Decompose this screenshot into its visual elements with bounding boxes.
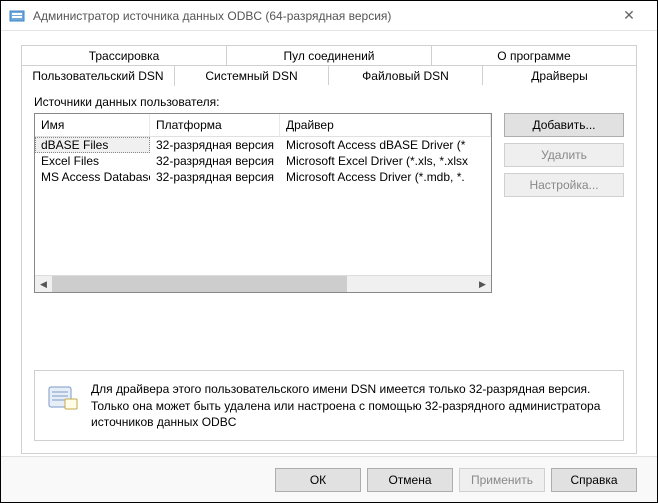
cell-driver: Microsoft Access Driver (*.mdb, *. [280,169,491,185]
apply-button[interactable]: Применить [459,468,545,492]
tab-panel: Источники данных пользователя: Имя Платф… [21,85,637,454]
content-area: Трассировка Пул соединений О программе П… [1,31,657,456]
remove-button[interactable]: Удалить [504,143,624,167]
listview-body: dBASE Files 32-разрядная версия Microsof… [35,137,491,275]
odbc-admin-window: Администратор источника данных ODBC (64-… [0,0,658,503]
datasource-icon [47,381,79,413]
ok-button[interactable]: ОК [275,468,361,492]
scroll-thumb[interactable] [52,276,347,292]
cell-name: MS Access Database [35,169,150,185]
cell-platform: 32-разрядная версия [150,137,280,153]
tab-drivers[interactable]: Драйверы [483,65,637,86]
cell-name: Excel Files [35,153,150,169]
add-button[interactable]: Добавить... [504,113,624,137]
table-row[interactable]: MS Access Database 32-разрядная версия M… [35,169,491,185]
tab-row-bottom: Пользовательский DSN Системный DSN Файло… [21,65,637,86]
tab-user-dsn[interactable]: Пользовательский DSN [21,65,175,86]
cell-name: dBASE Files [35,137,150,153]
dialog-footer: ОК Отмена Применить Справка [1,456,657,502]
configure-button[interactable]: Настройка... [504,173,624,197]
table-row[interactable]: Excel Files 32-разрядная версия Microsof… [35,153,491,169]
column-header-name[interactable]: Имя [35,114,150,136]
table-row[interactable]: dBASE Files 32-разрядная версия Microsof… [35,137,491,153]
cell-platform: 32-разрядная версия [150,169,280,185]
cell-driver: Microsoft Excel Driver (*.xls, *.xlsx [280,153,491,169]
titlebar: Администратор источника данных ODBC (64-… [1,1,657,31]
cell-driver: Microsoft Access dBASE Driver (* [280,137,491,153]
scroll-track[interactable] [52,276,474,292]
side-button-column: Добавить... Удалить Настройка... [504,113,624,352]
tab-system-dsn[interactable]: Системный DSN [175,65,329,86]
scroll-right-icon[interactable]: ▶ [474,276,491,293]
cell-platform: 32-разрядная версия [150,153,280,169]
section-label: Источники данных пользователя: [34,95,624,109]
main-row: Имя Платформа Драйвер dBASE Files 32-раз… [34,113,624,352]
info-text: Для драйвера этого пользовательского име… [91,381,611,430]
app-icon [9,8,25,24]
cancel-button[interactable]: Отмена [367,468,453,492]
horizontal-scrollbar[interactable]: ◀ ▶ [35,275,491,292]
column-header-driver[interactable]: Драйвер [280,114,491,136]
tab-file-dsn[interactable]: Файловый DSN [329,65,483,86]
tab-about[interactable]: О программе [432,45,637,66]
close-icon[interactable]: ✕ [609,7,649,24]
scroll-left-icon[interactable]: ◀ [35,276,52,293]
window-title: Администратор источника данных ODBC (64-… [33,9,609,23]
help-button[interactable]: Справка [551,468,637,492]
column-header-platform[interactable]: Платформа [150,114,280,136]
info-box: Для драйвера этого пользовательского име… [34,370,624,441]
tab-row-top: Трассировка Пул соединений О программе [21,45,637,66]
tab-tracing[interactable]: Трассировка [21,45,227,66]
dsn-listview[interactable]: Имя Платформа Драйвер dBASE Files 32-раз… [34,113,492,293]
tab-pooling[interactable]: Пул соединений [227,45,432,66]
listview-header: Имя Платформа Драйвер [35,114,491,137]
